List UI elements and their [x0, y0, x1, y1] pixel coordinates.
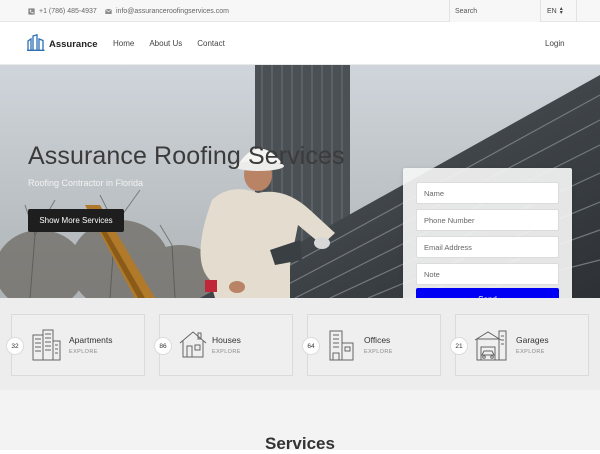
login-link[interactable]: Login: [545, 22, 565, 65]
category-garages[interactable]: 21 Garages EXPLORE: [450, 314, 589, 376]
category-explore-link[interactable]: EXPLORE: [69, 349, 98, 355]
building-logo-icon: [27, 34, 45, 51]
nav-contact[interactable]: Contact: [197, 39, 225, 48]
nav-about-us[interactable]: About Us: [149, 39, 182, 48]
house-icon: [179, 331, 207, 358]
email-address: info@assuranceroofingservices.com: [116, 7, 229, 15]
garage-icon: [474, 330, 507, 361]
phone-field[interactable]: Phone Number: [416, 209, 559, 231]
category-explore-link[interactable]: EXPLORE: [364, 349, 393, 355]
envelope-icon: [105, 8, 112, 14]
phone-icon: [28, 7, 35, 15]
search-input[interactable]: Search: [449, 0, 541, 22]
send-button[interactable]: Send: [416, 288, 559, 298]
services-title: Services: [265, 434, 335, 453]
category-apartments[interactable]: 32 Apartments EXPLORE: [6, 314, 145, 376]
email-contact[interactable]: info@assuranceroofingservices.com: [105, 0, 229, 22]
sort-arrows-icon: ▴ ▾: [559, 6, 563, 16]
note-field[interactable]: Note: [416, 263, 559, 285]
category-name: Houses: [212, 335, 241, 345]
show-more-services-button[interactable]: Show More Services: [28, 209, 124, 232]
category-count: 32: [6, 337, 24, 355]
apartment-icon: [32, 329, 61, 361]
office-icon: [329, 330, 354, 361]
top-bar: +1 (786) 485-4937 info@assuranceroofings…: [0, 0, 600, 22]
hero-title: Assurance Roofing Services: [28, 142, 345, 170]
search-placeholder: Search: [455, 7, 478, 15]
category-houses[interactable]: 86 Houses EXPLORE: [154, 314, 293, 376]
hero-subtitle: Roofing Contractor in Florida: [28, 178, 144, 188]
main-nav: Home About Us Contact: [113, 22, 240, 65]
name-field[interactable]: Name: [416, 182, 559, 204]
main-header: Assurance Home About Us Contact Login: [0, 22, 600, 65]
email-field[interactable]: Email Address: [416, 236, 559, 258]
phone-number: +1 (786) 485-4937: [39, 7, 97, 15]
category-name: Offices: [364, 335, 391, 345]
contact-form: Name Phone Number Email Address Note Sen…: [403, 168, 572, 298]
category-count: 64: [302, 337, 320, 355]
category-explore-link[interactable]: EXPLORE: [516, 349, 545, 355]
logo[interactable]: Assurance: [27, 34, 98, 51]
category-count: 21: [450, 337, 468, 355]
category-name: Apartments: [69, 335, 113, 345]
services-section: Services: [0, 390, 600, 453]
logo-text: Assurance: [49, 39, 98, 50]
language-select[interactable]: EN ▴ ▾: [547, 0, 577, 22]
category-explore-link[interactable]: EXPLORE: [212, 349, 241, 355]
hero-section: Assurance Roofing Services Roofing Contr…: [0, 65, 600, 298]
divider: [576, 0, 577, 22]
category-offices[interactable]: 64 Offices EXPLORE: [302, 314, 441, 376]
phone-contact[interactable]: +1 (786) 485-4937: [28, 0, 97, 22]
language-label: EN: [547, 7, 557, 15]
property-categories: 32 Apartments EXPLORE 86 Houses EXPLORE …: [0, 298, 600, 390]
nav-home[interactable]: Home: [113, 39, 134, 48]
category-name: Garages: [516, 335, 549, 345]
category-count: 86: [154, 337, 172, 355]
